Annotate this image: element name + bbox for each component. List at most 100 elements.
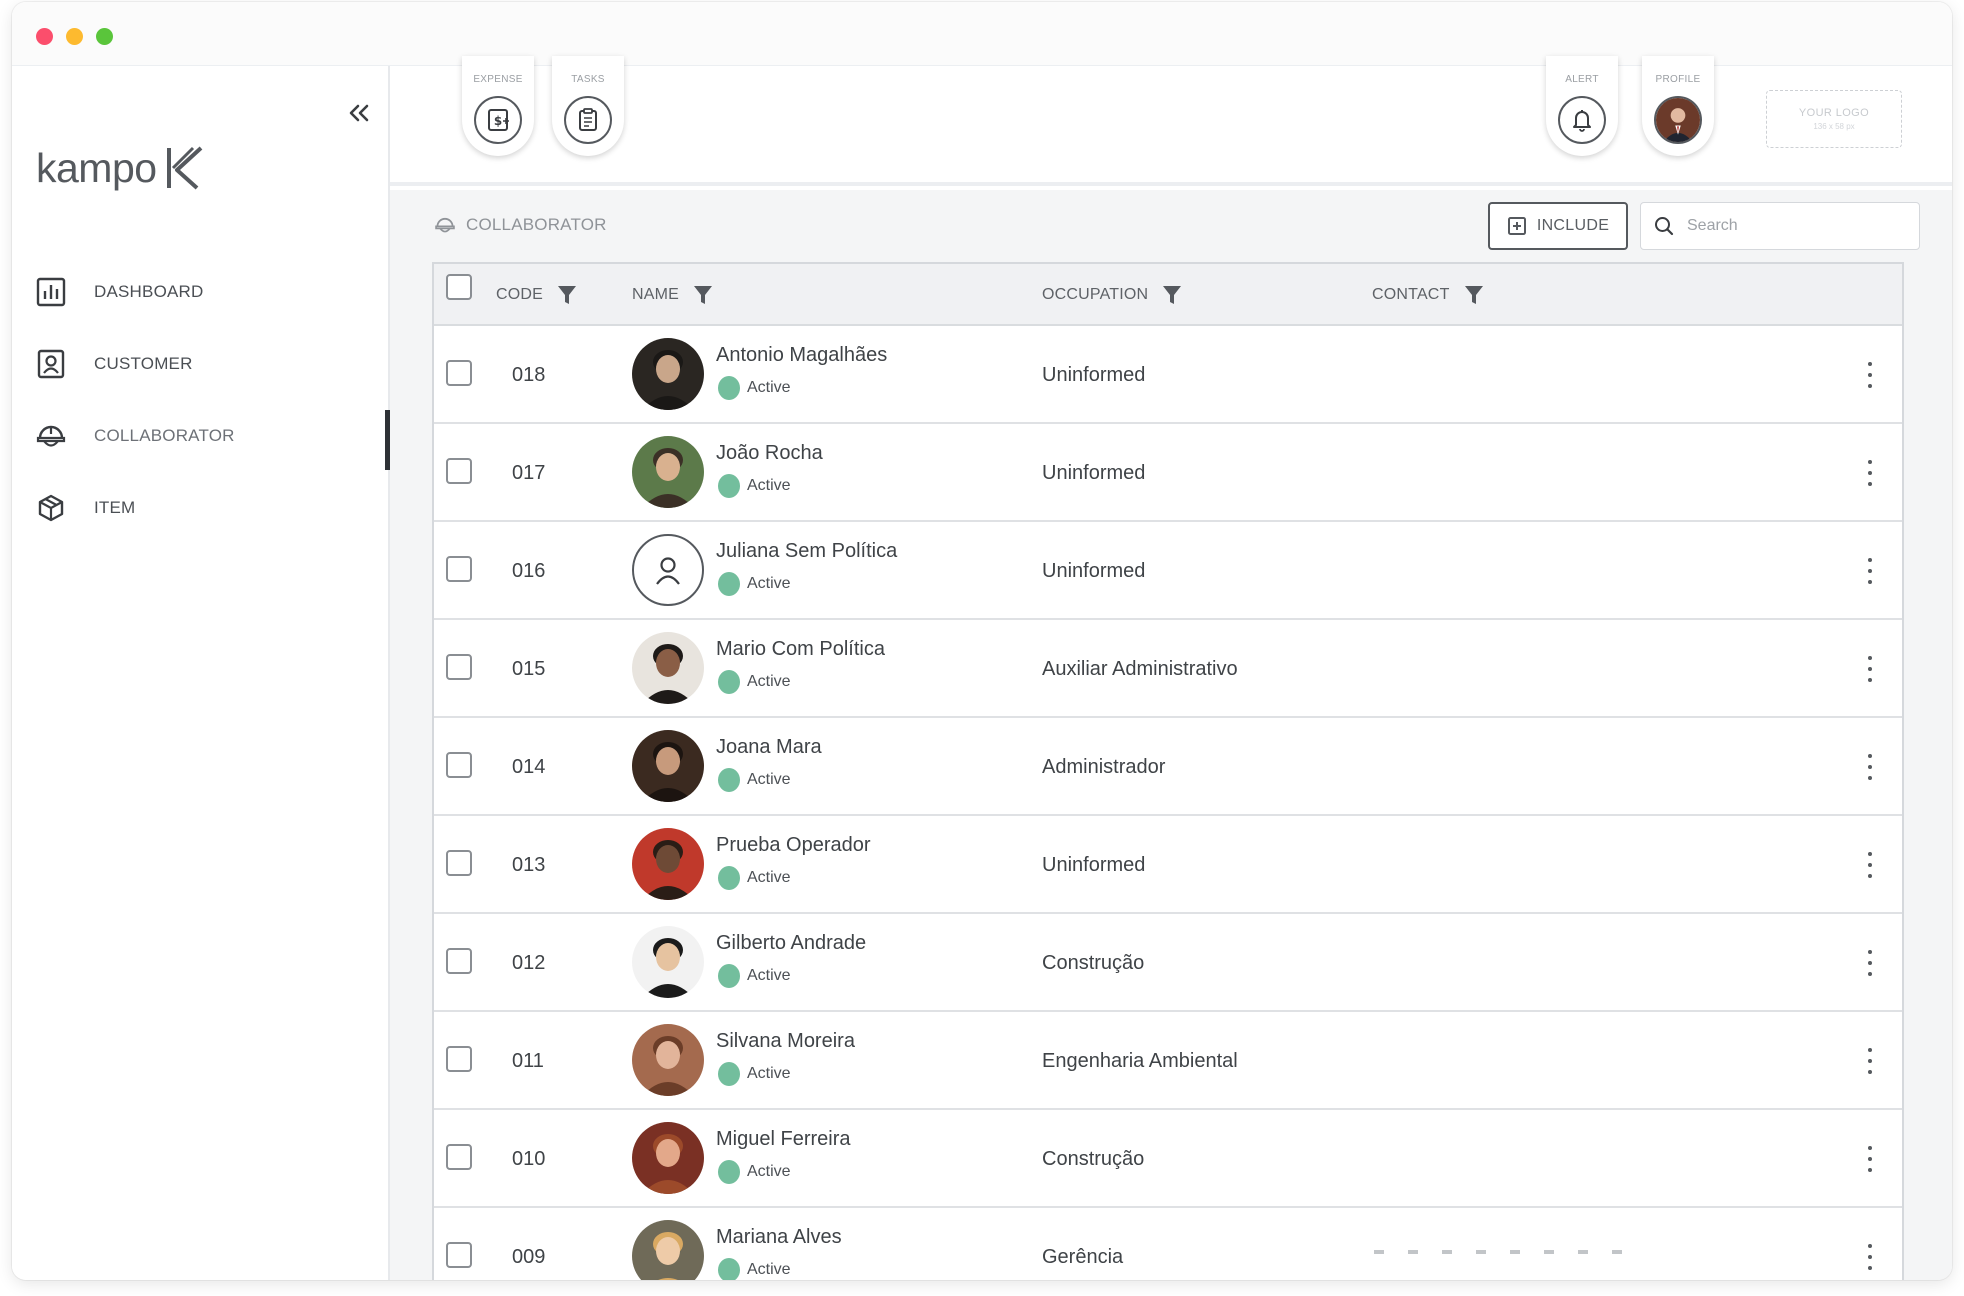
row-actions-menu-icon[interactable] <box>1864 362 1876 388</box>
table-row[interactable]: 018 Antonio Magalhães Active Uninformed <box>434 326 1902 424</box>
filter-icon[interactable] <box>1464 284 1484 306</box>
column-header-label: CODE <box>496 286 544 303</box>
collaborator-name[interactable]: Silvana Moreira <box>716 1030 855 1053</box>
row-actions-menu-icon[interactable] <box>1864 1146 1876 1172</box>
status-text: Active <box>747 869 791 886</box>
column-header-name[interactable]: NAME <box>632 264 713 326</box>
status-badge: Active <box>718 1258 791 1280</box>
table-row[interactable]: 010 Miguel Ferreira Active Construção <box>434 1110 1902 1208</box>
sidebar-item-dashboard[interactable]: DASHBOARD <box>12 256 388 328</box>
tab-label: TASKS <box>571 74 605 85</box>
row-checkbox[interactable] <box>446 1242 472 1268</box>
column-header-label: NAME <box>632 286 680 303</box>
tab-label: EXPENSE <box>473 74 523 85</box>
collaborator-name[interactable]: Prueba Operador <box>716 834 871 857</box>
avatar <box>632 338 704 410</box>
status-badge: Active <box>718 1160 791 1184</box>
brand-logo: kampo <box>36 144 207 192</box>
include-button[interactable]: INCLUDE <box>1488 202 1628 250</box>
sidebar: kampo DASHBOARD CUSTOMER COLLABORATOR IT… <box>12 66 390 1280</box>
row-actions-menu-icon[interactable] <box>1864 852 1876 878</box>
expense-tab[interactable]: EXPENSE $ <box>462 56 534 156</box>
collaborator-occupation: Uninformed <box>1042 853 1146 876</box>
collaborator-name[interactable]: Gilberto Andrade <box>716 932 866 955</box>
status-text: Active <box>747 673 791 690</box>
row-checkbox[interactable] <box>446 458 472 484</box>
table-row[interactable]: 009 Mariana Alves Active Gerência <box>434 1208 1902 1280</box>
status-badge: Active <box>718 474 791 498</box>
collaborator-name[interactable]: Mario Com Política <box>716 638 885 661</box>
status-indicator <box>718 866 740 890</box>
sidebar-item-customer[interactable]: CUSTOMER <box>12 328 388 400</box>
logo-placeholder-size: 136 x 58 px <box>1813 122 1855 131</box>
status-text: Active <box>747 1163 791 1180</box>
avatar <box>632 730 704 802</box>
status-badge: Active <box>718 376 791 400</box>
table-row[interactable]: 011 Silvana Moreira Active Engenharia Ambie… <box>434 1012 1902 1110</box>
filter-icon[interactable] <box>557 284 577 306</box>
row-checkbox[interactable] <box>446 850 472 876</box>
page-title: COLLABORATOR <box>466 215 607 234</box>
collaborator-code: 013 <box>512 853 546 876</box>
row-actions-menu-icon[interactable] <box>1864 656 1876 682</box>
column-header-occupation[interactable]: OCCUPATION <box>1042 264 1182 326</box>
sidebar-item-label: ITEM <box>94 498 136 517</box>
clipboard-icon <box>564 96 612 144</box>
table-row[interactable]: 017 João Rocha Active Uninformed <box>434 424 1902 522</box>
filter-icon[interactable] <box>693 284 713 306</box>
window-maximize-button[interactable] <box>96 28 113 45</box>
sidebar-item-collaborator[interactable]: COLLABORATOR <box>12 400 390 472</box>
row-checkbox[interactable] <box>446 654 472 680</box>
sidebar-nav: DASHBOARD CUSTOMER COLLABORATOR ITEM <box>12 256 390 544</box>
row-checkbox[interactable] <box>446 948 472 974</box>
column-header-code[interactable]: CODE <box>496 264 577 326</box>
row-checkbox[interactable] <box>446 556 472 582</box>
alert-tab[interactable]: ALERT <box>1546 56 1618 156</box>
collaborator-name[interactable]: Juliana Sem Política <box>716 540 897 563</box>
select-all-checkbox[interactable] <box>446 274 472 300</box>
row-checkbox[interactable] <box>446 752 472 778</box>
collaborator-name[interactable]: Mariana Alves <box>716 1226 842 1249</box>
row-actions-menu-icon[interactable] <box>1864 950 1876 976</box>
status-text: Active <box>747 967 791 984</box>
table-row[interactable]: 015 Mario Com Política Active Auxiliar Admi… <box>434 620 1902 718</box>
collaborator-name[interactable]: Joana Mara <box>716 736 822 759</box>
hard-hat-icon <box>34 419 68 453</box>
profile-tab[interactable]: PROFILE <box>1642 56 1714 156</box>
sidebar-item-item[interactable]: ITEM <box>12 472 388 544</box>
collaborator-name[interactable]: Miguel Ferreira <box>716 1128 850 1151</box>
row-actions-menu-icon[interactable] <box>1864 460 1876 486</box>
row-actions-menu-icon[interactable] <box>1864 558 1876 584</box>
table-row[interactable]: 014 Joana Mara Active Administrador <box>434 718 1902 816</box>
row-actions-menu-icon[interactable] <box>1864 1244 1876 1270</box>
row-checkbox[interactable] <box>446 360 472 386</box>
table-row[interactable]: 016 Juliana Sem Política Active Uninformed <box>434 522 1902 620</box>
window-minimize-button[interactable] <box>66 28 83 45</box>
collaborator-name[interactable]: Antonio Magalhães <box>716 344 887 367</box>
brand-name: kampo <box>36 144 157 191</box>
avatar <box>632 1122 704 1194</box>
collaborator-name[interactable]: João Rocha <box>716 442 823 465</box>
row-checkbox[interactable] <box>446 1046 472 1072</box>
column-header-contact[interactable]: CONTACT <box>1372 264 1484 326</box>
row-actions-menu-icon[interactable] <box>1864 754 1876 780</box>
status-indicator <box>718 1062 740 1086</box>
row-actions-menu-icon[interactable] <box>1864 1048 1876 1074</box>
table-row[interactable]: 013 Prueba Operador Active Uninformed <box>434 816 1902 914</box>
collaborator-code: 018 <box>512 363 546 386</box>
status-badge: Active <box>718 572 791 596</box>
status-indicator <box>718 376 740 400</box>
contact-value-obscured <box>1374 1250 1624 1254</box>
collapse-sidebar-button[interactable] <box>342 96 376 130</box>
table-row[interactable]: 012 Gilberto Andrade Active Construção <box>434 914 1902 1012</box>
search-input[interactable] <box>1687 217 1907 235</box>
tasks-tab[interactable]: TASKS <box>552 56 624 156</box>
table-header: CODE NAME OCCUPATION CONTACT <box>434 264 1902 326</box>
row-checkbox[interactable] <box>446 1144 472 1170</box>
filter-icon[interactable] <box>1162 284 1182 306</box>
avatar <box>632 926 704 998</box>
avatar <box>632 828 704 900</box>
window-close-button[interactable] <box>36 28 53 45</box>
avatar <box>632 1220 704 1280</box>
status-badge: Active <box>718 964 791 988</box>
